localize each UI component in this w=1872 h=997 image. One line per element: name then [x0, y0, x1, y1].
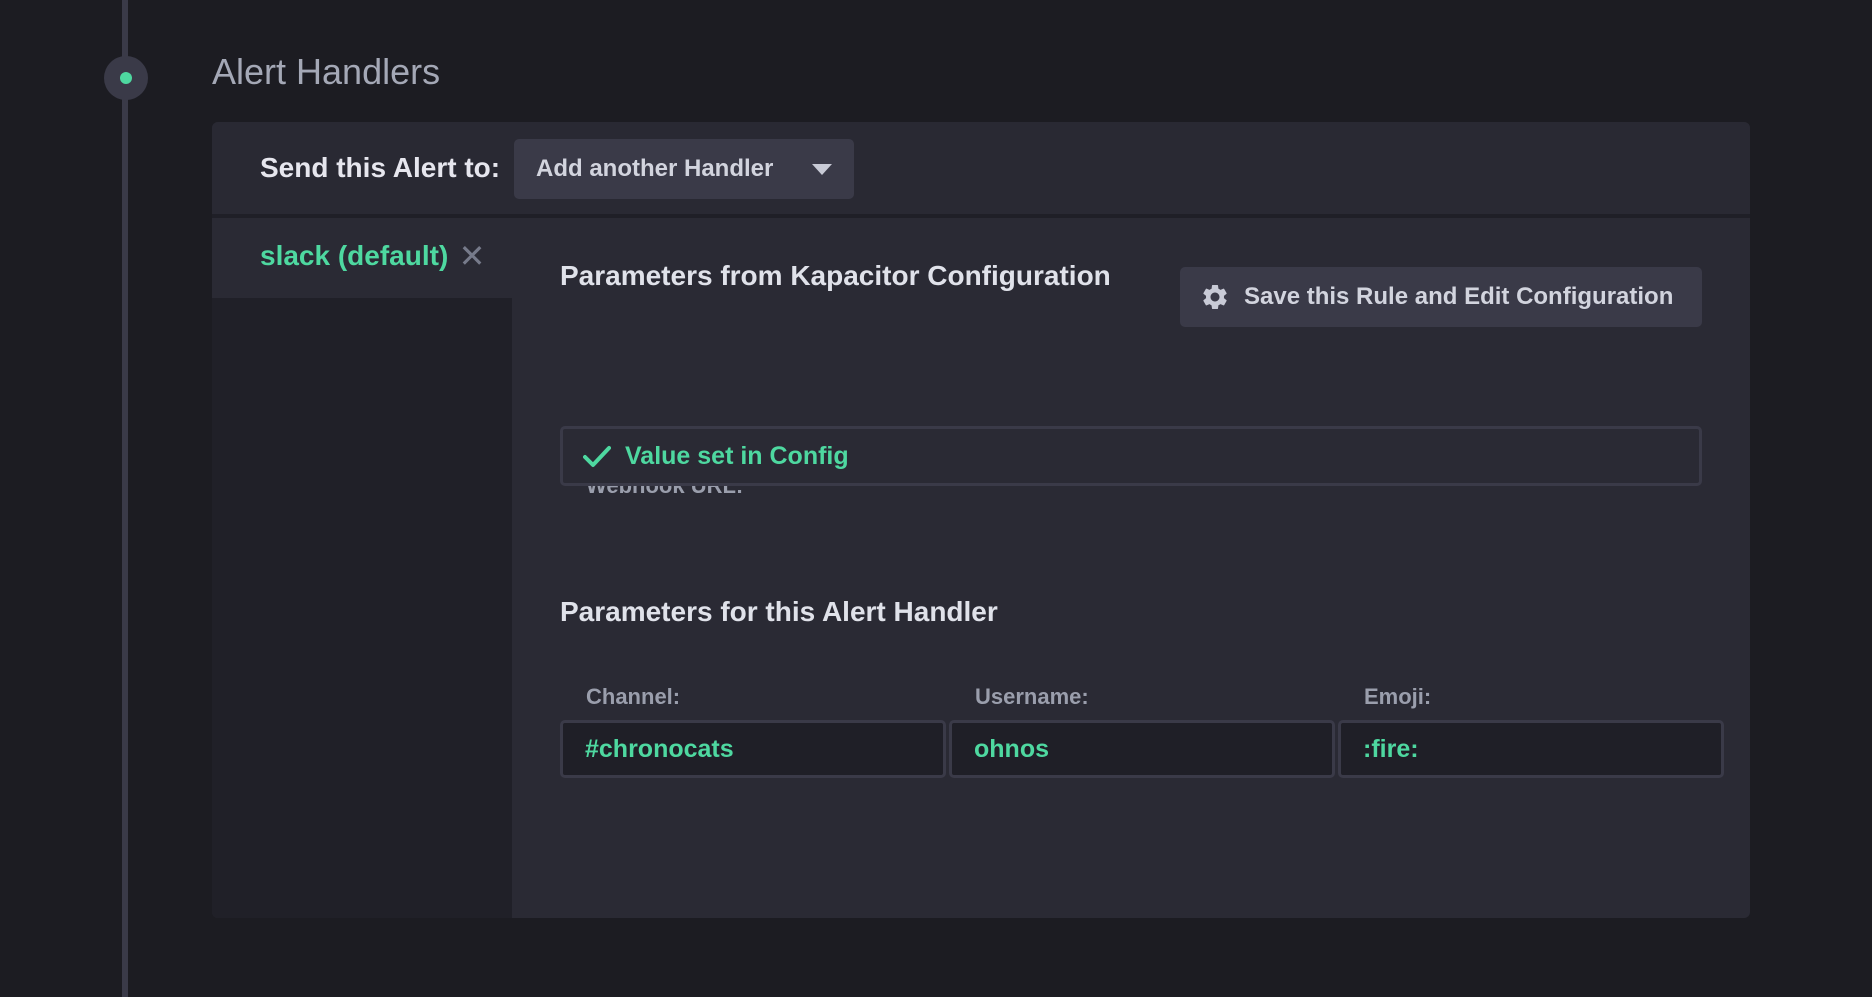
channel-label: Channel:	[586, 684, 681, 709]
webhook-url-value: Value set in Config	[625, 442, 849, 470]
kapacitor-config-heading: Parameters from Kapacitor Configuration	[560, 260, 1111, 291]
handler-tab-slack[interactable]: slack (default) ✕	[212, 218, 512, 298]
handler-sidebar: slack (default) ✕	[212, 218, 512, 918]
alert-handlers-panel: Send this Alert to: Add another Handler …	[212, 122, 1750, 918]
add-handler-label: Add another Handler	[536, 155, 774, 182]
section-title: Alert Handlers	[212, 51, 441, 92]
webhook-url-field: Value set in Config	[560, 426, 1702, 486]
handler-config-content: Parameters from Kapacitor Configuration …	[512, 218, 1750, 918]
handler-tab-label: slack (default)	[260, 240, 449, 271]
check-icon	[583, 446, 611, 467]
timeline-status-dot	[120, 72, 132, 84]
caret-down-icon	[812, 164, 832, 175]
close-icon[interactable]: ✕	[456, 238, 488, 274]
send-alert-label: Send this Alert to:	[260, 152, 501, 183]
username-label: Username:	[975, 684, 1089, 709]
username-input[interactable]	[949, 720, 1335, 778]
panel-header: Send this Alert to: Add another Handler	[212, 122, 1750, 218]
timeline-node	[104, 56, 148, 100]
save-rule-edit-config-button[interactable]: Save this Rule and Edit Configuration	[1180, 267, 1702, 327]
handler-params-heading: Parameters for this Alert Handler	[560, 596, 998, 627]
gear-icon	[1203, 284, 1227, 309]
emoji-label: Emoji:	[1364, 684, 1432, 709]
channel-input[interactable]	[560, 720, 946, 778]
add-handler-dropdown[interactable]: Add another Handler	[514, 139, 854, 199]
emoji-input[interactable]	[1338, 720, 1724, 778]
timeline-rail	[122, 0, 128, 997]
save-config-label: Save this Rule and Edit Configuration	[1244, 283, 1674, 310]
